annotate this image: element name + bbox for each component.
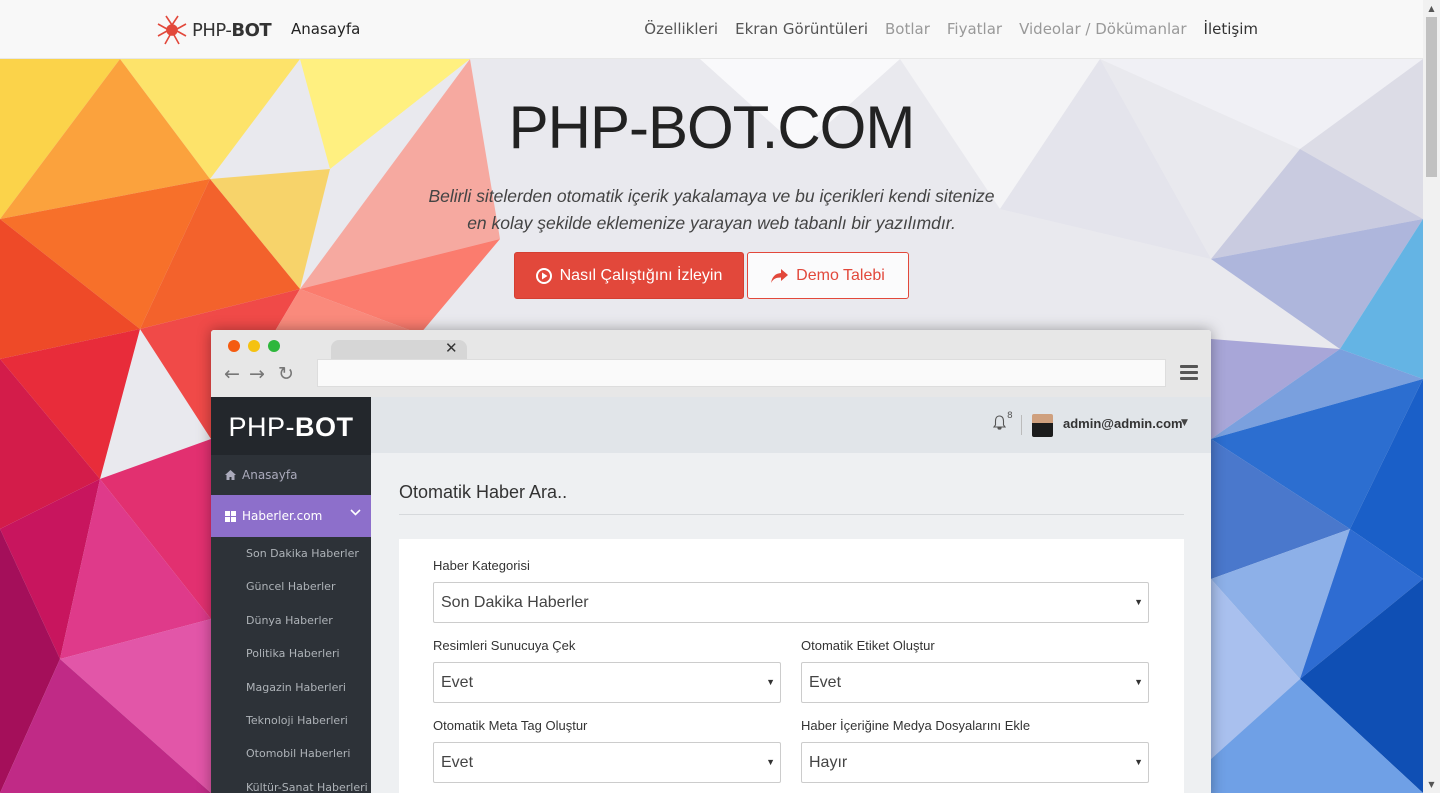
reload-icon: ↻ — [278, 363, 294, 385]
sidebar-item-home[interactable]: Anasayfa — [225, 468, 297, 482]
meta-label: Otomatik Meta Tag Oluştur — [433, 718, 588, 733]
category-select-value: Son Dakika Haberler — [441, 594, 589, 611]
nav-link-videos[interactable]: Videolar / Dökümanlar — [1019, 20, 1186, 38]
window-minimize-dot — [248, 340, 260, 352]
submenu-item[interactable]: Dünya Haberler — [211, 604, 371, 637]
window-maximize-dot — [268, 340, 280, 352]
select-arrow-icon: ▼ — [1134, 597, 1143, 607]
browser-mockup: ✕ ← → ↻ PHP-BOT Anasayfa Haberler.com So… — [211, 330, 1211, 793]
bell-icon[interactable] — [993, 415, 1006, 430]
caret-down-icon[interactable]: ▼ — [1181, 418, 1188, 428]
brand-logo[interactable]: PHP-BOT — [156, 14, 272, 46]
chevron-down-icon — [350, 509, 361, 516]
sidebar-submenu: Son Dakika Haberler Güncel Haberler Düny… — [211, 537, 371, 793]
tags-select[interactable]: Evet ▼ — [801, 662, 1149, 703]
address-bar — [317, 359, 1166, 387]
nav-links: Özellikleri Ekran Görüntüleri Botlar Fiy… — [644, 20, 1258, 38]
submenu-item[interactable]: Magazin Haberleri — [211, 671, 371, 704]
browser-chrome: ✕ ← → ↻ — [211, 330, 1211, 397]
submenu-item[interactable]: Güncel Haberler — [211, 570, 371, 603]
meta-select-value: Evet — [441, 754, 474, 771]
nav-link-contact[interactable]: İletişim — [1204, 20, 1258, 38]
watch-how-it-works-button[interactable]: Nasıl Çalıştığını İzleyin — [514, 252, 744, 299]
window-close-dot — [228, 340, 240, 352]
scroll-up-icon[interactable]: ▲ — [1423, 0, 1440, 17]
nav-link-features[interactable]: Özellikleri — [644, 20, 718, 38]
nav-link-prices[interactable]: Fiyatlar — [947, 20, 1002, 38]
category-select[interactable]: Son Dakika Haberler ▼ — [433, 582, 1149, 623]
topbar-divider — [1021, 415, 1022, 435]
submenu-item[interactable]: Otomobil Haberleri — [211, 737, 371, 770]
app-sidebar: PHP-BOT Anasayfa Haberler.com Son Dakika… — [211, 397, 371, 793]
media-select[interactable]: Hayır ▼ — [801, 742, 1149, 783]
back-arrow-icon: ← — [224, 363, 240, 385]
avatar[interactable] — [1032, 414, 1053, 437]
submenu-item[interactable]: Kültür-Sanat Haberleri — [211, 771, 371, 793]
app-logo-suffix: BOT — [295, 412, 354, 442]
scroll-down-icon[interactable]: ▼ — [1423, 776, 1440, 793]
hero-subtitle: Belirli sitelerden otomatik içerik yakal… — [0, 183, 1423, 237]
app-topbar: 8 admin@admin.com ▼ — [371, 397, 1211, 453]
demo-request-button[interactable]: Demo Talebi — [747, 252, 909, 299]
submenu-item[interactable]: Politika Haberleri — [211, 637, 371, 670]
page-title: Otomatik Haber Ara.. — [399, 482, 568, 502]
sidebar-item-haberler[interactable]: Haberler.com — [211, 495, 371, 537]
brand-suffix: BOT — [231, 19, 272, 41]
share-arrow-icon — [771, 268, 789, 283]
notification-count-badge: 8 — [1007, 411, 1013, 421]
play-circle-icon — [535, 267, 552, 284]
select-arrow-icon: ▼ — [766, 757, 775, 767]
tags-select-value: Evet — [809, 674, 842, 691]
grid-icon — [225, 510, 236, 522]
hero-subtitle-line-1: Belirli sitelerden otomatik içerik yakal… — [428, 186, 995, 206]
category-label: Haber Kategorisi — [433, 558, 530, 573]
spider-logo-icon — [157, 15, 187, 45]
sidebar-item-home-label: Anasayfa — [242, 468, 298, 482]
sidebar-item-haberler-label: Haberler.com — [242, 509, 323, 523]
select-arrow-icon: ▼ — [1134, 757, 1143, 767]
meta-select[interactable]: Evet ▼ — [433, 742, 781, 783]
hero-subtitle-line-2: en kolay şekilde eklemenize yarayan web … — [467, 213, 956, 233]
app-logo: PHP-BOT — [211, 397, 371, 455]
user-email[interactable]: admin@admin.com — [1063, 416, 1183, 431]
hero-section: PHP-BOT.COM Belirli sitelerden otomatik … — [0, 59, 1423, 793]
forward-arrow-icon: → — [249, 363, 265, 385]
page-scrollbar[interactable]: ▲ ▼ — [1423, 0, 1440, 793]
submenu-item[interactable]: Teknoloji Haberleri — [211, 704, 371, 737]
tab-close-icon: ✕ — [445, 339, 458, 357]
top-navbar: PHP-BOT Anasayfa Özellikleri Ekran Görün… — [0, 0, 1423, 59]
brand-prefix: PHP- — [192, 19, 232, 41]
form-card: Haber Kategorisi Son Dakika Haberler ▼ R… — [399, 539, 1184, 793]
home-icon — [225, 470, 236, 480]
app-logo-prefix: PHP- — [228, 412, 295, 442]
nav-link-home[interactable]: Anasayfa — [291, 20, 360, 38]
images-select-value: Evet — [441, 674, 474, 691]
page-title-divider — [399, 514, 1184, 515]
hamburger-menu-icon — [1180, 365, 1198, 383]
submenu-item[interactable]: Son Dakika Haberler — [211, 537, 371, 570]
nav-link-bots[interactable]: Botlar — [885, 20, 930, 38]
app-main-content: Otomatik Haber Ara.. Haber Kategorisi So… — [371, 453, 1211, 793]
hero-title: PHP-BOT.COM — [508, 94, 916, 161]
demo-request-label: Demo Talebi — [796, 266, 885, 284]
tags-label: Otomatik Etiket Oluştur — [801, 638, 935, 653]
watch-how-it-works-label: Nasıl Çalıştığını İzleyin — [559, 266, 723, 284]
images-label: Resimleri Sunucuya Çek — [433, 638, 576, 653]
media-select-value: Hayır — [809, 754, 848, 771]
scrollbar-thumb[interactable] — [1426, 17, 1437, 177]
media-label: Haber İçeriğine Medya Dosyalarını Ekle — [801, 718, 1031, 733]
select-arrow-icon: ▼ — [1134, 677, 1143, 687]
images-select[interactable]: Evet ▼ — [433, 662, 781, 703]
select-arrow-icon: ▼ — [766, 677, 775, 687]
nav-link-screenshots[interactable]: Ekran Görüntüleri — [735, 20, 868, 38]
